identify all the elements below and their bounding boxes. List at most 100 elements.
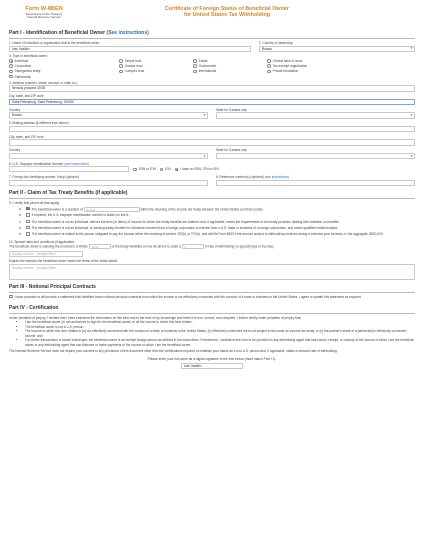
treaty-item-d: d. The beneficial owner is not an indivi… [19,225,415,231]
radio-button[interactable] [9,69,13,74]
tin-label-text: 6. U.S. Taxpayer Identification Number [9,161,64,166]
owner-type-corporation[interactable]: Corporation [9,64,119,68]
mailing-state-label: State for Canada only [216,148,247,153]
tin-option-ssn[interactable]: SSN or ITIN [133,167,156,171]
explain-label: Explain the reasons the beneficial owner… [9,259,118,264]
owner-type-tax-exempt[interactable]: Tax-exempt organization [267,64,357,68]
npc-checkbox[interactable] [9,294,13,299]
owner-type-label: 3. Type of beneficial owner: [9,54,48,59]
radio-label: Partnership [14,74,31,79]
radio-button[interactable] [193,59,197,63]
tin-option-ein[interactable]: EIN [159,167,171,172]
part1-instructions-link[interactable]: (See instructions) [107,30,149,36]
radio-label: EIN [165,167,171,172]
treaty-e-checkbox[interactable] [26,232,30,236]
reference-instructions-link[interactable]: (see instructions) [265,175,289,179]
reference-label-text: 8. Reference number(s) (optional) [216,174,264,179]
special-rates-text: The beneficial owner is claiming the pro… [9,244,88,249]
item-letter: d. [19,225,22,230]
radio-label: Complex trust [124,69,145,74]
item-letter: e. [19,232,22,237]
department-line: Internal Revenue Service [27,15,61,20]
radio-label: Individual [14,59,29,64]
reference-field[interactable] [216,179,415,186]
radio-button[interactable] [267,64,271,69]
owner-type-international[interactable]: International [193,69,267,73]
special-rates-line: The beneficial owner is claiming the pro… [9,244,415,250]
tin-instructions-link[interactable]: (see instructions) [64,162,88,166]
treaty-d-text: The beneficial owner is not an individua… [31,225,338,230]
special-rates-text-post: % rate of withholding on (specify type o… [204,244,275,249]
item-letter: c. [19,219,22,224]
radio-button[interactable] [9,64,13,69]
radio-button[interactable] [267,69,271,74]
treaty-country-field[interactable]: Russia [83,206,140,212]
treaty-b-text: If required, the U.S. taxpayer identific… [31,213,130,218]
radio-button[interactable] [193,64,197,69]
npc-text: I have provided or will provide a statem… [14,294,362,299]
radio-label: Private foundation [272,69,299,74]
radio-button[interactable] [193,69,197,74]
w8ben-form-page: Form W-8BEN Department of the Treasury I… [0,0,424,556]
certification-bullet: For broker transactions or barter exchan… [25,338,415,347]
certification-text: Under penalties of perjury, I declare th… [9,316,415,353]
radio-button[interactable] [9,74,13,79]
owner-type-government[interactable]: Government [193,64,267,68]
owner-type-disregarded-entity[interactable]: Disregarded entity [9,69,119,73]
radio-button[interactable] [159,167,164,172]
certify-label: 9. I certify that (check all that apply)… [9,200,61,205]
country-select[interactable]: Russia [9,112,208,119]
radio-button[interactable] [119,69,123,74]
owner-type-partnership[interactable]: Partnership [9,75,119,79]
part3-title: Part III - Notional Principal Contracts [9,284,415,293]
owner-type-central-bank[interactable]: Central bank of issue [267,59,357,63]
part4-title: Part IV - Certification [9,305,415,314]
radio-button[interactable] [119,59,123,63]
treaty-item-b: b. If required, the U.S. taxpayer identi… [19,213,415,218]
radio-button[interactable] [119,64,123,69]
treaty-e-text: The beneficial owner is related to the p… [31,232,384,237]
rate-field[interactable]: 0 [181,244,204,250]
mailing-address-label: 5. Mailing address (if different from ab… [9,121,69,126]
tin-field[interactable] [9,166,129,173]
owner-type-simple-trust[interactable]: Simple trust [119,59,193,63]
signature-field[interactable]: Ivan Vasiliev [181,363,243,370]
owner-type-group: Individual Simple trust Estate Central b… [9,59,415,79]
article-field[interactable]: 12(1) [88,244,111,250]
city-label: City, state, and ZIP code [9,94,44,99]
radio-label: Tax-exempt organization [272,64,308,69]
radio-button-selected[interactable] [174,167,179,172]
radio-button-selected[interactable] [9,59,13,63]
treaty-b-checkbox[interactable] [26,213,30,217]
owner-type-estate[interactable]: Estate [193,59,267,63]
special-rates-label: 10. Special rates and conditions (if app… [9,239,75,244]
radio-label: I have no SSN, ITIN or EIN [180,167,219,172]
radio-button[interactable] [267,59,271,63]
form-header: Form W-8BEN Department of the Treasury I… [9,6,415,30]
part1-heading: Part I - Identification of Beneficial Ow… [9,30,106,36]
explain-textarea[interactable]: Royalty Income - Images/Other [9,264,415,281]
form-title: Certificate of Foreign Status of Benefic… [79,6,415,19]
mailing-country-select[interactable] [9,152,208,159]
mailing-state-select[interactable] [216,152,415,159]
treaty-c-checkbox[interactable] [26,219,30,224]
owner-type-grantor-trust[interactable]: Grantor trust [119,64,193,68]
radio-label: Corporation [14,64,32,69]
state-canada-select[interactable] [216,112,415,119]
name-field[interactable]: Ivan Vasiliev [9,45,251,52]
owner-type-complex-trust[interactable]: Complex trust [119,69,193,73]
tin-option-none[interactable]: I have no SSN, ITIN or EIN [174,167,219,172]
treaty-a-text-post: within the meaning of the income tax tre… [140,206,264,211]
treaty-a-checkbox[interactable] [26,206,30,210]
treaty-d-checkbox[interactable] [26,225,30,230]
signature-label: Please enter your full name as a digital… [147,357,277,362]
citizenship-select[interactable]: Russia [258,45,415,52]
owner-type-private-foundation[interactable]: Private foundation [267,69,357,73]
npc-item: I have provided or will provide a statem… [9,294,415,300]
foreign-tin-field[interactable] [9,179,208,186]
radio-button[interactable] [133,167,137,172]
certification-bullet: The income to which this form relates is… [25,329,415,338]
state-canada-label: State for Canada only [216,107,247,112]
owner-type-individual[interactable]: Individual [9,59,119,63]
treaty-a-text: The beneficial owner is a resident of [31,206,83,211]
